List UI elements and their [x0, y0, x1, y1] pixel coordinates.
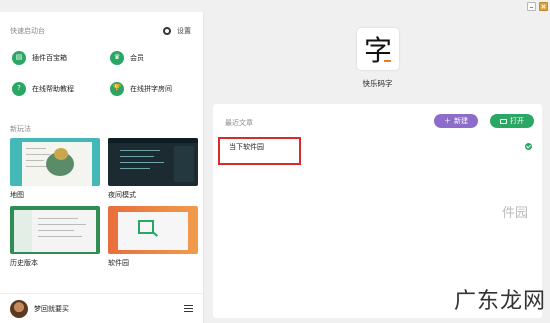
card-history[interactable]: 历史版本: [10, 206, 100, 268]
trophy-icon: 🏆: [110, 81, 124, 96]
folder-icon: [500, 118, 507, 124]
article-name: 当下软件园: [229, 142, 264, 151]
user-name: 梦回就要买: [34, 304, 69, 313]
quick-item-room[interactable]: 🏆 在线拼字房间: [110, 80, 197, 97]
software-park-thumbnail: [108, 206, 198, 254]
new-button-label: 新建: [454, 117, 468, 125]
quick-launch-title: 快速启动台: [10, 27, 45, 35]
card-map[interactable]: 地图: [10, 138, 100, 200]
quick-launch-panel: 快速启动台 设置 ▤ 插件百宝箱 ♛ 会员 ? 在线帮助教程 🏆 在线拼字房间 …: [0, 12, 204, 323]
crown-icon: ♛: [110, 50, 124, 65]
gear-icon: [163, 27, 171, 35]
app-name: 快乐码字: [362, 79, 393, 88]
window-controls: [527, 2, 548, 11]
main-panel: 字 快乐码字 最近文章 ＋ 新建 打开 当下软件园 件园 广东龙网: [205, 12, 550, 323]
card-label: 软件园: [108, 259, 129, 267]
watermark-side: 件园: [501, 206, 528, 221]
recent-title: 最近文章: [225, 119, 253, 127]
open-button[interactable]: 打开: [490, 114, 534, 128]
new-play-title: 新玩法: [10, 125, 31, 133]
help-icon: ?: [12, 81, 26, 96]
new-button[interactable]: ＋ 新建: [434, 114, 478, 128]
watermark: 广东龙网: [453, 289, 546, 314]
quick-item-label: 在线帮助教程: [32, 84, 74, 93]
app-logo-char: 字: [363, 34, 392, 67]
check-icon: [525, 143, 532, 150]
card-software-park[interactable]: 软件园: [108, 206, 198, 268]
map-thumbnail: [10, 138, 100, 186]
quick-item-vip[interactable]: ♛ 会员: [110, 49, 197, 66]
user-bar: 梦回就要买: [0, 293, 203, 323]
app-logo: 字: [357, 28, 399, 70]
night-mode-thumbnail: [108, 138, 198, 186]
card-label: 夜间模式: [108, 191, 136, 199]
open-button-label: 打开: [510, 117, 524, 125]
recent-list: 当下软件园: [225, 138, 532, 155]
settings-label: 设置: [177, 27, 191, 35]
plugin-icon: ▤: [12, 50, 26, 65]
feature-cards: 地图 夜间模式 历史版本 软件园: [10, 138, 198, 268]
close-icon[interactable]: [539, 2, 548, 11]
quick-launch-grid: ▤ 插件百宝箱 ♛ 会员 ? 在线帮助教程 🏆 在线拼字房间: [12, 49, 197, 97]
settings-button[interactable]: 设置: [163, 26, 191, 36]
quick-item-label: 在线拼字房间: [130, 84, 172, 93]
quick-launch-header: 快速启动台 设置: [10, 26, 191, 36]
card-night-mode[interactable]: 夜间模式: [108, 138, 198, 200]
quick-item-label: 插件百宝箱: [32, 53, 67, 62]
menu-icon[interactable]: [184, 305, 193, 312]
quick-item-help[interactable]: ? 在线帮助教程: [12, 80, 110, 97]
list-item[interactable]: 当下软件园: [225, 138, 532, 155]
card-label: 地图: [10, 191, 24, 199]
minimize-icon[interactable]: [527, 2, 536, 11]
plus-icon: ＋: [444, 117, 451, 125]
history-thumbnail: [10, 206, 100, 254]
quick-item-label: 会员: [130, 53, 144, 62]
card-label: 历史版本: [10, 259, 38, 267]
avatar[interactable]: [10, 299, 28, 318]
quick-item-plugins[interactable]: ▤ 插件百宝箱: [12, 49, 110, 66]
